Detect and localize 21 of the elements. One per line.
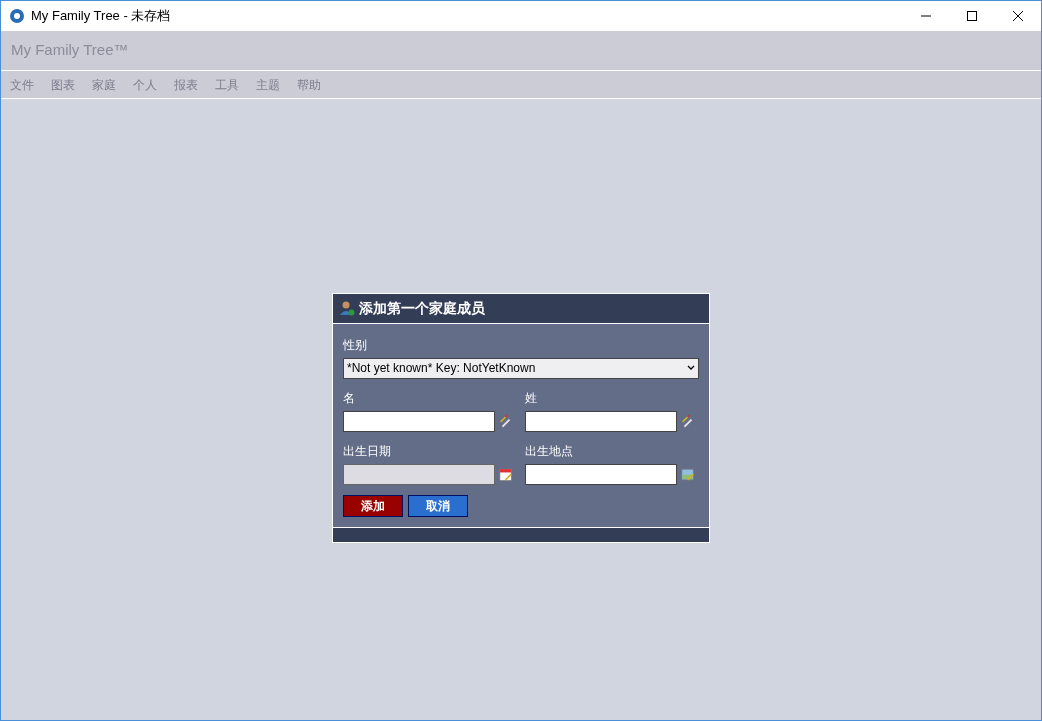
field-label: 性别 <box>343 336 368 354</box>
cancel-button[interactable]: 取消 <box>408 494 468 517</box>
field-label: 名 <box>343 389 356 407</box>
maximize-icon <box>967 11 977 21</box>
field-label: 出生日期 <box>343 442 392 460</box>
field-label: 出生地点 <box>525 442 574 460</box>
dialog-title: 添加第一个家庭成员 <box>359 298 485 318</box>
field-label: 姓 <box>525 389 538 407</box>
input-field[interactable] <box>525 463 677 485</box>
app-name: My Family Tree™ <box>11 40 129 61</box>
close-icon <box>1013 11 1023 21</box>
input-field[interactable] <box>525 410 677 432</box>
gender-select[interactable]: *Not yet known* Key: NotYetKnown <box>343 357 699 379</box>
app-icon <box>9 8 25 24</box>
pencil-icon[interactable] <box>499 412 513 430</box>
chevron-down-icon <box>687 365 695 371</box>
add-button[interactable]: 添加 <box>343 494 403 517</box>
input-field[interactable] <box>343 410 495 432</box>
window-title: My Family Tree - 未存档 <box>31 7 171 26</box>
pencil-icon[interactable] <box>681 412 695 430</box>
person-add-icon <box>339 300 355 316</box>
